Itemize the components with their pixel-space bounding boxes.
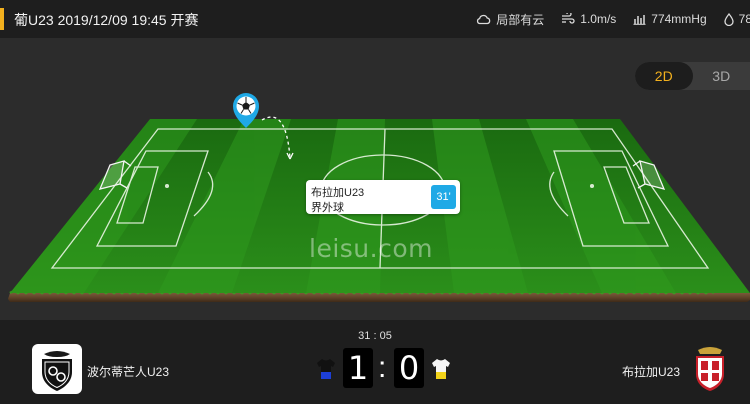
watermark: leisu.com bbox=[309, 234, 433, 263]
wind-speed: 1.0m/s bbox=[580, 12, 617, 26]
view-mode-toggle: 2D 3D bbox=[635, 62, 750, 90]
home-team-logo bbox=[32, 344, 82, 394]
view-3d-button[interactable]: 3D bbox=[693, 62, 750, 90]
humidity-drop-icon bbox=[723, 12, 734, 26]
weather-pressure: 774mmHg bbox=[633, 12, 707, 26]
home-score: 1 bbox=[343, 348, 373, 388]
weather-wind: 1.0m/s bbox=[561, 12, 616, 26]
weather-condition-label: 局部有云 bbox=[496, 12, 545, 27]
match-clock: 31 : 05 bbox=[358, 330, 392, 342]
wind-icon bbox=[562, 13, 575, 24]
event-minute-badge: 31' bbox=[431, 185, 456, 209]
header-accent bbox=[0, 8, 4, 30]
match-title: 葡U23 2019/12/09 19:45 开赛 bbox=[14, 12, 199, 28]
score-separator: : bbox=[378, 351, 387, 384]
away-team-name: 布拉加U23 bbox=[621, 365, 680, 379]
away-score: 0 bbox=[394, 348, 424, 388]
humidity-value: 78 bbox=[738, 12, 750, 26]
event-popup: 布拉加U23 界外球 31' bbox=[306, 180, 460, 214]
weather-humidity: 78 bbox=[723, 12, 750, 26]
event-team: 布拉加U23 bbox=[311, 187, 365, 199]
pitch-soil-edge bbox=[8, 293, 750, 302]
away-kit-icon bbox=[432, 359, 450, 379]
scoreboard: 31 : 05 波尔蒂芒人U23 1 : 0 布拉加U23 bbox=[0, 320, 750, 404]
weather-bar: 局部有云 1.0m/s 774mmHg 78 bbox=[476, 10, 750, 28]
match-header: 葡U23 2019/12/09 19:45 开赛 局部有云 1.0m/s 774… bbox=[0, 0, 750, 38]
weather-condition: 局部有云 bbox=[476, 11, 544, 28]
pressure-icon bbox=[633, 15, 646, 25]
away-team-logo bbox=[696, 347, 724, 391]
view-2d-button[interactable]: 2D bbox=[635, 62, 693, 90]
pitch-stage: 2D 3D 布拉加U23 界外球 31' leisu.com bbox=[0, 38, 750, 320]
pressure-value: 774mmHg bbox=[651, 12, 707, 26]
event-type: 界外球 bbox=[311, 202, 344, 214]
home-team-name: 波尔蒂芒人U23 bbox=[87, 365, 170, 379]
home-kit-icon bbox=[317, 359, 335, 379]
cloud-icon bbox=[477, 14, 491, 25]
